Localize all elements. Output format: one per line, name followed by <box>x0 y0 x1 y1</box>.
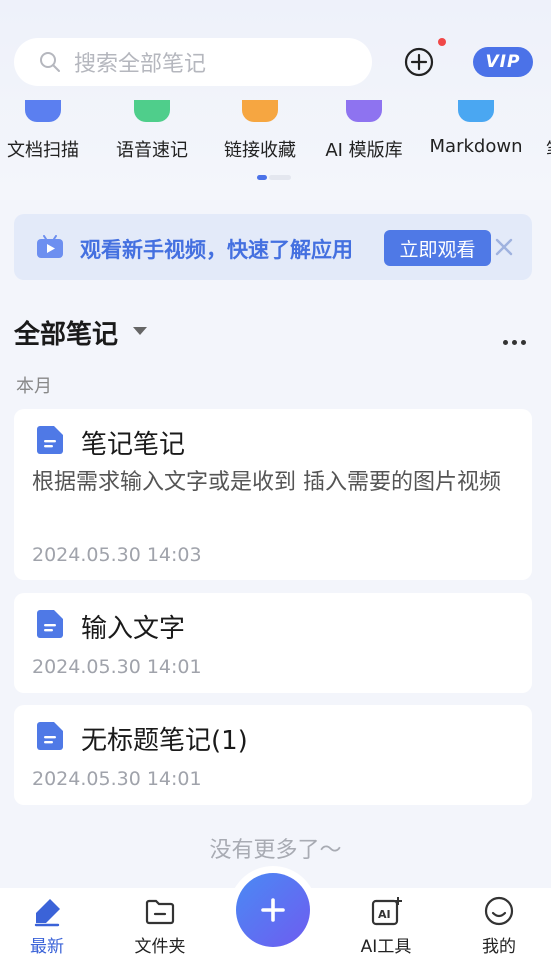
note-card[interactable]: 输入文字 2024.05.30 14:01 <box>14 593 532 693</box>
tab-ai-tools[interactable]: AI AI工具 <box>341 888 431 971</box>
tab-label: 我的 <box>482 937 516 957</box>
search-placeholder: 搜索全部笔记 <box>74 52 207 77</box>
pencil-icon <box>34 899 60 927</box>
search-icon <box>40 52 60 72</box>
note-card[interactable]: 无标题笔记(1) 2024.05.30 14:01 <box>14 705 532 805</box>
folder-icon <box>145 899 175 925</box>
note-title: 输入文字 <box>81 614 186 644</box>
note-preview: 根据需求输入文字或是收到 插入需要的图片视频 <box>32 470 501 495</box>
page-indicator <box>257 175 291 194</box>
indicator-inactive <box>269 175 291 180</box>
search-bar[interactable]: 搜索全部笔记 <box>14 38 372 86</box>
indicator-active <box>257 175 267 180</box>
doc-scan-icon <box>25 100 61 122</box>
plus-icon <box>261 898 285 922</box>
more-icon[interactable] <box>503 330 530 349</box>
note-date: 2024.05.30 14:01 <box>32 656 202 678</box>
vip-badge[interactable]: VIP <box>473 47 533 77</box>
section-title[interactable]: 全部笔记 <box>14 314 118 351</box>
tab-profile[interactable]: 我的 <box>454 888 544 971</box>
smiley-icon <box>484 896 514 926</box>
link-collect-icon <box>242 100 278 122</box>
tab-folder[interactable]: 文件夹 <box>115 888 205 971</box>
video-icon <box>37 235 63 258</box>
document-icon <box>37 610 63 638</box>
voice-memo-icon <box>134 100 170 122</box>
svg-text:AI: AI <box>378 908 391 921</box>
end-of-list-text: 没有更多了～ <box>209 838 342 863</box>
month-label: 本月 <box>16 376 52 397</box>
note-date: 2024.05.30 14:01 <box>32 768 202 790</box>
add-circle-icon[interactable] <box>403 46 435 78</box>
banner-text: 观看新手视频，快速了解应用 <box>80 238 353 262</box>
chevron-down-icon[interactable] <box>133 327 147 335</box>
create-note-button[interactable] <box>236 873 310 947</box>
watch-now-button[interactable]: 立即观看 <box>384 230 491 266</box>
tutorial-banner[interactable]: 观看新手视频，快速了解应用 立即观看 <box>14 214 532 280</box>
note-title: 无标题笔记(1) <box>81 726 248 756</box>
ai-tools-icon: AI <box>371 897 402 926</box>
tool-strip: 文档扫描 语音速记 链接收藏 AI 模版库 Markdown 笔 <box>0 100 551 170</box>
note-date: 2024.05.30 14:03 <box>32 544 202 566</box>
markdown-icon <box>458 100 494 122</box>
tab-latest[interactable]: 最新 <box>2 888 92 971</box>
note-card[interactable]: 笔记笔记 根据需求输入文字或是收到 插入需要的图片视频 2024.05.30 1… <box>14 409 532 580</box>
document-icon <box>37 426 63 454</box>
close-icon[interactable] <box>494 237 514 257</box>
tab-label: 文件夹 <box>134 937 186 957</box>
document-icon <box>37 722 63 750</box>
tab-label: 最新 <box>30 937 64 957</box>
tab-label: AI工具 <box>360 937 412 957</box>
notification-dot <box>438 38 446 46</box>
ai-template-icon <box>346 100 382 122</box>
note-title: 笔记笔记 <box>81 430 186 460</box>
